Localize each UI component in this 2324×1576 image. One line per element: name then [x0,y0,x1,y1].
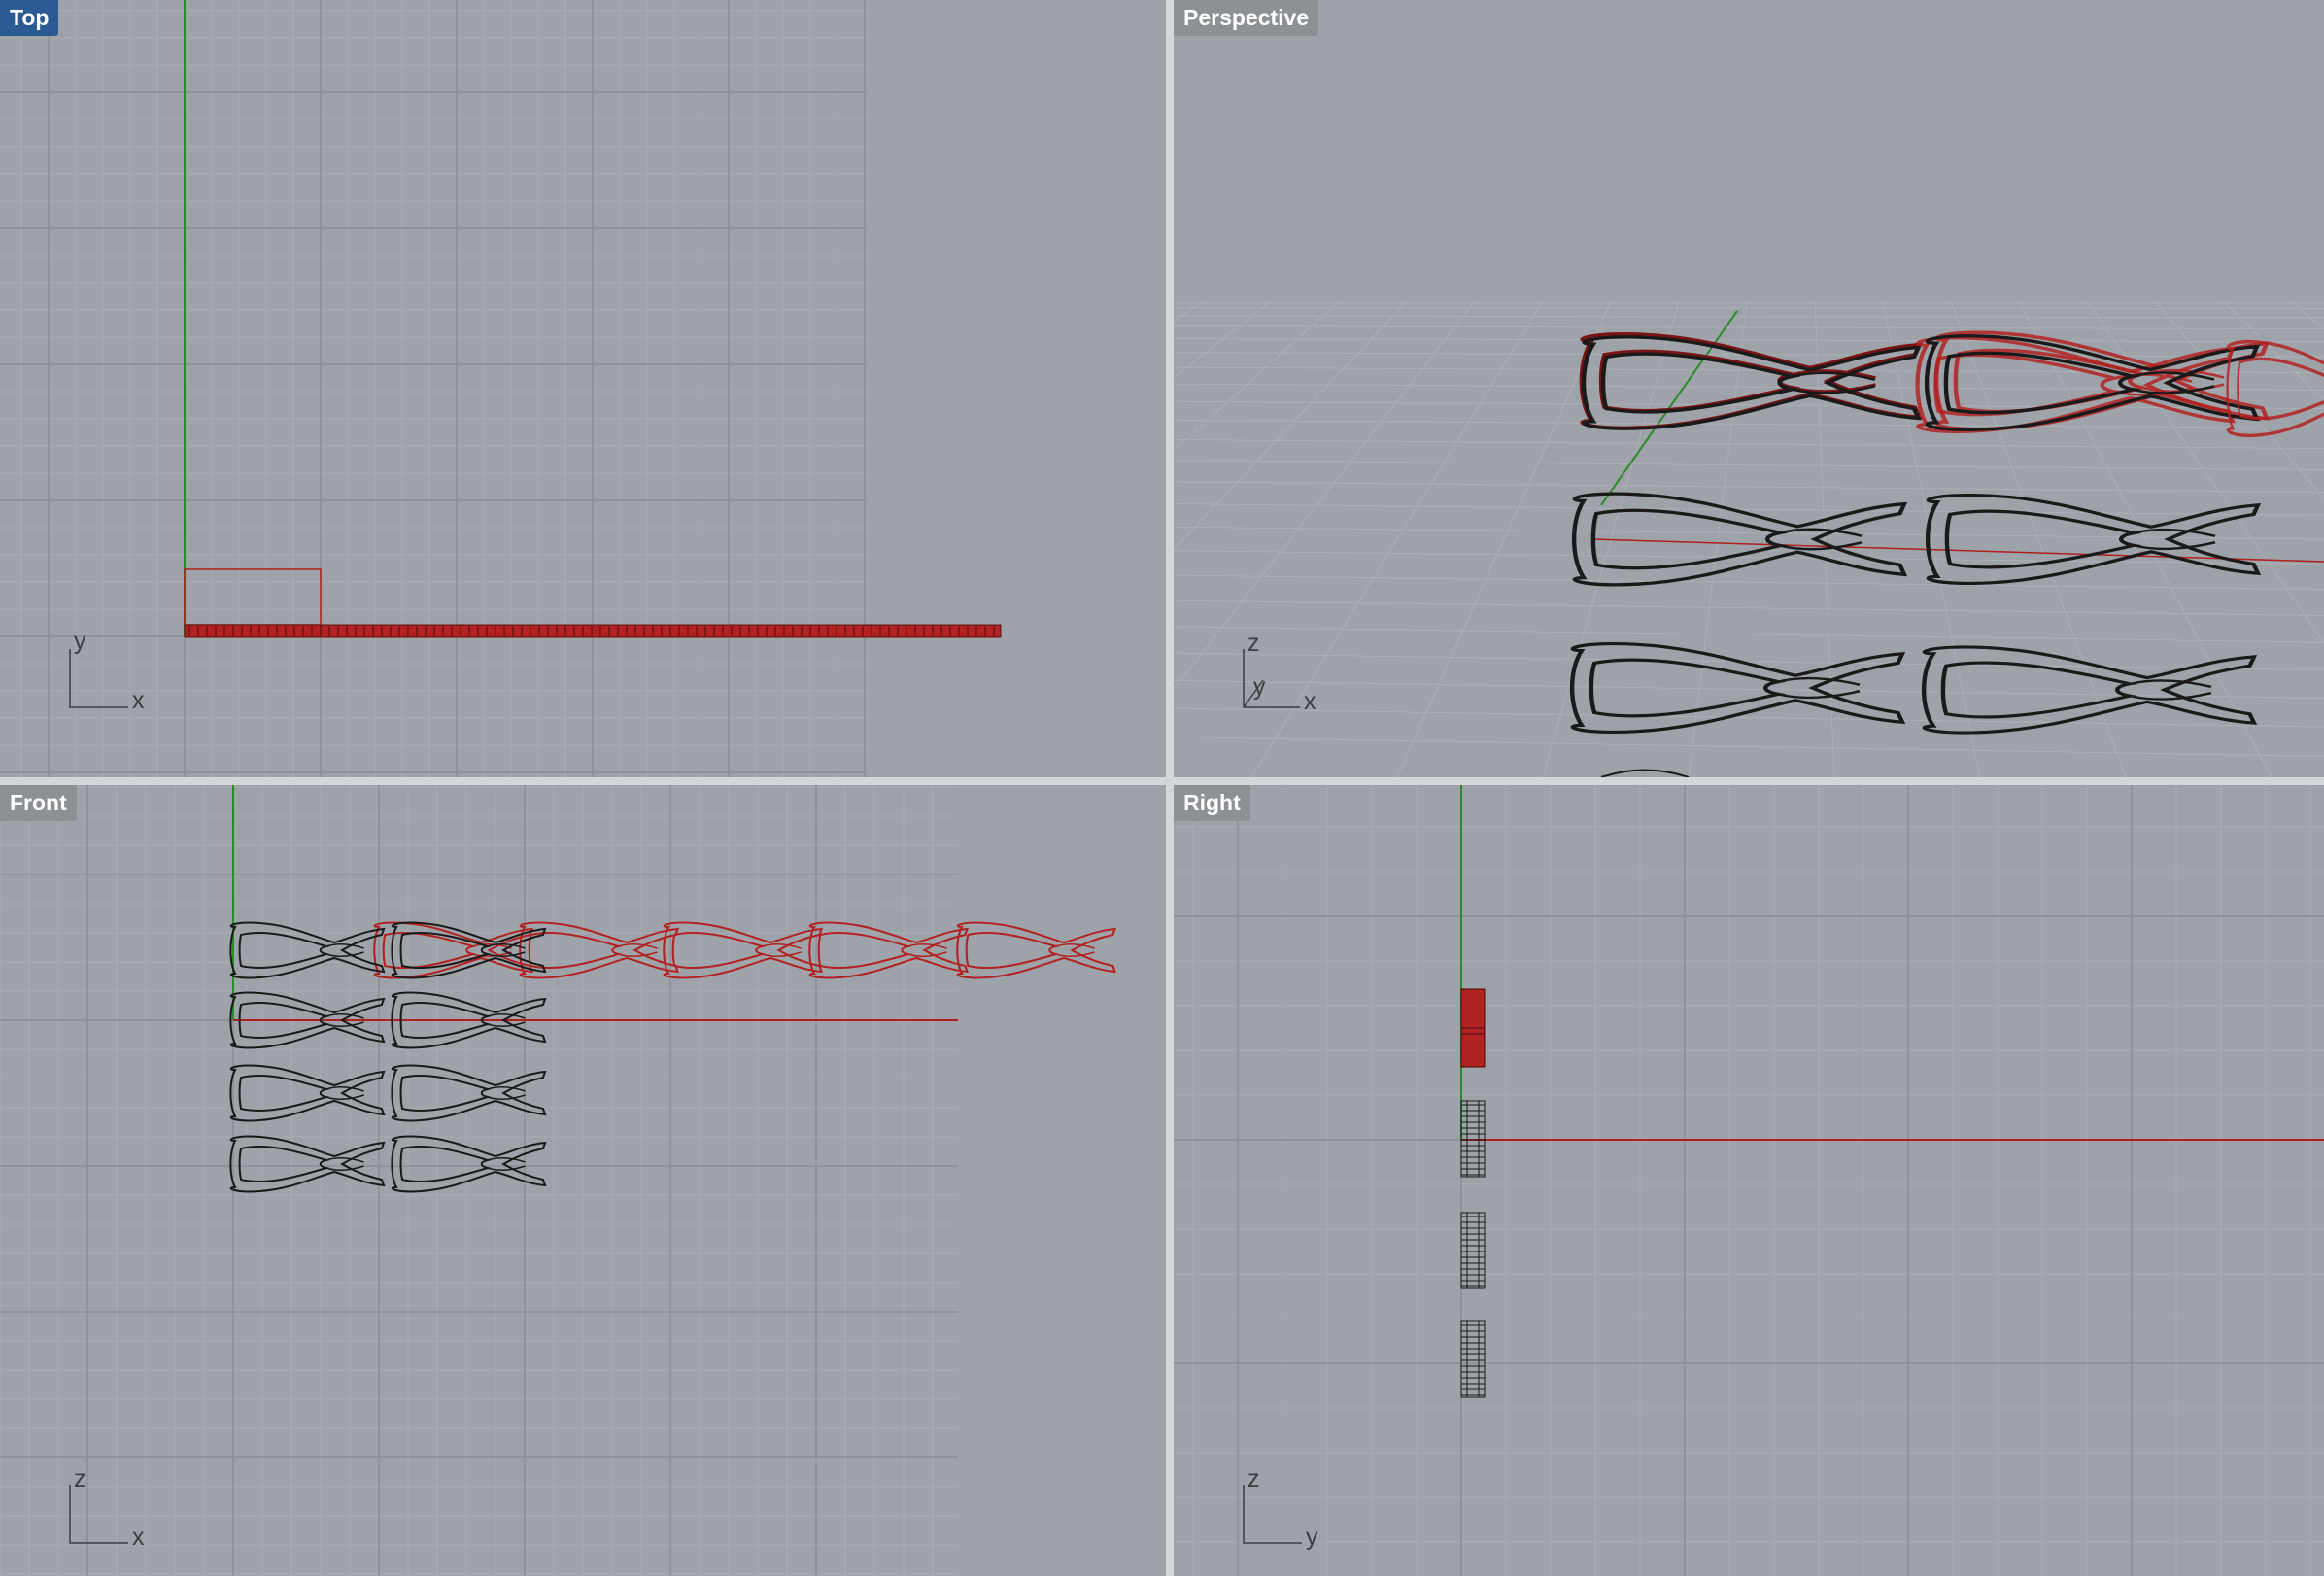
grid-right: z y [1174,785,2324,1576]
viewport-label-front[interactable]: Front [0,785,77,821]
viewport-right[interactable]: z y Right [1174,785,2324,1576]
axis-label-x: x [132,687,145,714]
grid-top: y x [0,0,1166,777]
selected-objects-top [184,624,1002,638]
viewport-label-right[interactable]: Right [1174,785,1250,821]
selected-profile-right [1460,988,1486,1068]
viewport-label-perspective[interactable]: Perspective [1174,0,1319,36]
axis-label-y: y [74,628,86,655]
grid-front: z x [0,785,1166,1576]
axis-label-y: y [1306,1524,1318,1551]
grid-perspective: z y x [1174,0,2324,777]
viewport-perspective[interactable]: z y x Perspective [1174,0,2324,777]
axis-label-x: x [132,1524,145,1551]
axis-label-z: z [1247,1465,1260,1492]
viewport-top[interactable]: y x Top [0,0,1166,777]
axis-label-z: z [74,1465,86,1492]
axis-label-x: x [1304,688,1316,715]
viewport-label-top[interactable]: Top [0,0,59,36]
axis-label-y: y [1253,673,1266,701]
viewport-front[interactable]: z x Front [0,785,1166,1576]
axis-label-z: z [1247,630,1260,657]
